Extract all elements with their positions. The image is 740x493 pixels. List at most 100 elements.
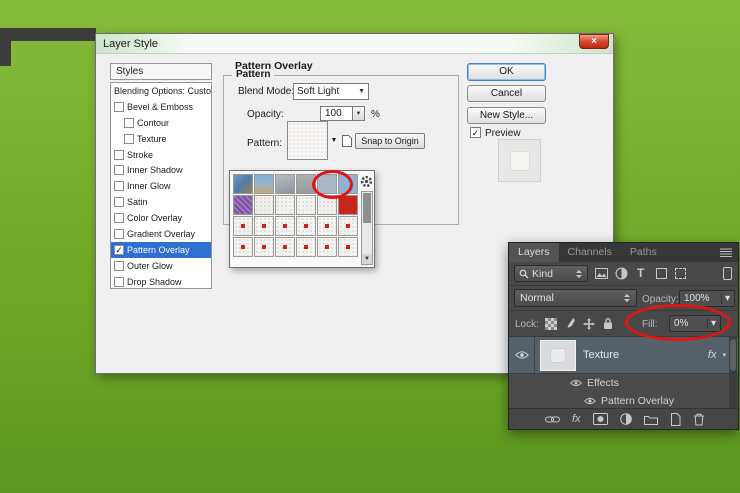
style-checkbox[interactable]	[124, 118, 134, 128]
close-button[interactable]: ×	[579, 34, 609, 49]
style-checkbox[interactable]	[114, 229, 124, 239]
style-item-inner-glow[interactable]: Inner Glow	[111, 178, 211, 194]
style-checkbox[interactable]	[114, 181, 124, 191]
annotation-ellipse	[312, 170, 353, 199]
style-checkbox[interactable]	[114, 213, 124, 223]
filter-smart-objects-icon[interactable]	[675, 268, 686, 279]
tab-layers[interactable]: Layers	[509, 243, 559, 262]
layers-scrollbar[interactable]	[729, 337, 737, 410]
blend-mode-select[interactable]: Normal	[514, 289, 637, 307]
style-checkbox[interactable]	[114, 102, 124, 112]
style-item-blending-options-custom[interactable]: Blending Options: Custom	[111, 83, 211, 99]
add-layer-mask-icon[interactable]	[593, 413, 608, 425]
visibility-cell[interactable]	[509, 337, 535, 373]
lock-pixels-brush-icon[interactable]	[564, 317, 576, 333]
pattern-swatch-15[interactable]	[275, 216, 295, 236]
effect-item-label: Pattern Overlay	[601, 395, 674, 407]
style-checkbox[interactable]	[114, 277, 124, 287]
layer-thumbnail[interactable]	[541, 341, 575, 370]
style-item-satin[interactable]: Satin	[111, 194, 211, 210]
dialog-titlebar[interactable]: Layer Style	[96, 34, 613, 54]
style-checkbox[interactable]: ✓	[114, 245, 124, 255]
pattern-swatch-16[interactable]	[296, 216, 316, 236]
pattern-swatch-2[interactable]	[254, 174, 274, 194]
pattern-swatch-7[interactable]	[233, 195, 253, 215]
pattern-swatch-21[interactable]	[275, 237, 295, 257]
style-checkbox[interactable]	[114, 261, 124, 271]
pattern-swatch-23[interactable]	[317, 237, 337, 257]
pattern-swatch-14[interactable]	[254, 216, 274, 236]
new-group-folder-icon[interactable]	[644, 414, 658, 425]
blend-mode-select[interactable]: Soft Light ▼	[293, 83, 369, 100]
effects-row[interactable]: Effects	[509, 374, 738, 392]
swatch-dot	[325, 224, 329, 228]
visibility-cell[interactable]	[583, 397, 597, 405]
style-item-bevel-emboss[interactable]: Bevel & Emboss	[111, 99, 211, 115]
pattern-swatch-24[interactable]	[338, 237, 358, 257]
style-item-texture[interactable]: Texture	[111, 131, 211, 147]
snap-to-origin-button[interactable]: Snap to Origin	[355, 133, 425, 149]
style-checkbox[interactable]	[124, 134, 134, 144]
pattern-swatch-3[interactable]	[275, 174, 295, 194]
annotation-ellipse	[625, 304, 731, 341]
filter-shape-layers-icon[interactable]	[656, 268, 667, 279]
filter-kind-select[interactable]: Kind	[514, 265, 588, 282]
pattern-swatch-18[interactable]	[338, 216, 358, 236]
style-item-stroke[interactable]: Stroke	[111, 147, 211, 163]
style-item-color-overlay[interactable]: Color Overlay	[111, 210, 211, 226]
layer-row-texture[interactable]: Texture fx ▾	[509, 337, 738, 374]
tab-channels[interactable]: Channels	[559, 243, 621, 262]
style-checkbox[interactable]	[114, 150, 124, 160]
pattern-swatch-8[interactable]	[254, 195, 274, 215]
opacity-slider-button[interactable]: ▼	[353, 106, 365, 121]
style-item-drop-shadow[interactable]: Drop Shadow	[111, 274, 211, 289]
new-style-button[interactable]: New Style...	[467, 107, 546, 124]
cancel-button[interactable]: Cancel	[467, 85, 546, 102]
swatch-dot	[283, 224, 287, 228]
pattern-swatch-19[interactable]	[233, 237, 253, 257]
scrollbar-thumb[interactable]	[730, 339, 736, 371]
pattern-swatch-9[interactable]	[275, 195, 295, 215]
link-layers-icon[interactable]	[545, 415, 560, 424]
style-checkbox[interactable]	[114, 197, 124, 207]
panel-menu-icon[interactable]	[720, 248, 734, 257]
pattern-swatch-20[interactable]	[254, 237, 274, 257]
picker-scrollbar[interactable]: ▼	[361, 191, 373, 265]
filter-pixel-layers-icon[interactable]	[595, 268, 608, 282]
pattern-swatch-13[interactable]	[233, 216, 253, 236]
effects-collapse-icon[interactable]: ▾	[722, 351, 726, 359]
style-item-pattern-overlay[interactable]: ✓Pattern Overlay	[111, 242, 211, 258]
style-item-gradient-overlay[interactable]: Gradient Overlay	[111, 226, 211, 242]
pattern-thumbnail[interactable]	[287, 121, 328, 160]
style-item-outer-glow[interactable]: Outer Glow	[111, 258, 211, 274]
tab-paths[interactable]: Paths	[621, 243, 666, 262]
style-checkbox[interactable]	[114, 165, 124, 175]
visibility-cell[interactable]	[569, 379, 583, 387]
lock-all-icon[interactable]	[602, 317, 614, 333]
delete-layer-trash-icon[interactable]	[693, 413, 705, 426]
scroll-down-icon[interactable]: ▼	[362, 254, 372, 264]
lock-transparency-icon[interactable]	[545, 318, 557, 330]
pattern-swatch-12[interactable]	[338, 195, 358, 215]
lock-position-move-icon[interactable]	[583, 318, 595, 333]
pattern-swatch-17[interactable]	[317, 216, 337, 236]
gear-icon[interactable]	[360, 175, 373, 188]
filter-type-layers-icon[interactable]: T	[637, 266, 644, 280]
new-layer-icon[interactable]	[670, 413, 681, 426]
preview-checkbox[interactable]: ✓	[470, 127, 481, 138]
pattern-picker-arrow[interactable]: ▼	[329, 135, 339, 147]
ok-button[interactable]: OK	[467, 63, 546, 81]
new-preset-icon[interactable]	[340, 134, 354, 148]
layer-style-fx-icon[interactable]: fx	[572, 413, 581, 425]
style-item-contour[interactable]: Contour	[111, 115, 211, 131]
pattern-swatch-22[interactable]	[296, 237, 316, 257]
new-adjustment-layer-icon[interactable]	[620, 413, 632, 425]
pattern-swatch-10[interactable]	[296, 195, 316, 215]
filter-toggle-icon[interactable]	[723, 267, 732, 280]
opacity-input[interactable]: 100	[320, 106, 353, 121]
scrollbar-thumb[interactable]	[363, 193, 371, 223]
style-item-inner-shadow[interactable]: Inner Shadow	[111, 162, 211, 178]
preview-label: Preview	[485, 128, 521, 139]
filter-adjustment-layers-icon[interactable]	[615, 267, 628, 283]
pattern-swatch-1[interactable]	[233, 174, 253, 194]
